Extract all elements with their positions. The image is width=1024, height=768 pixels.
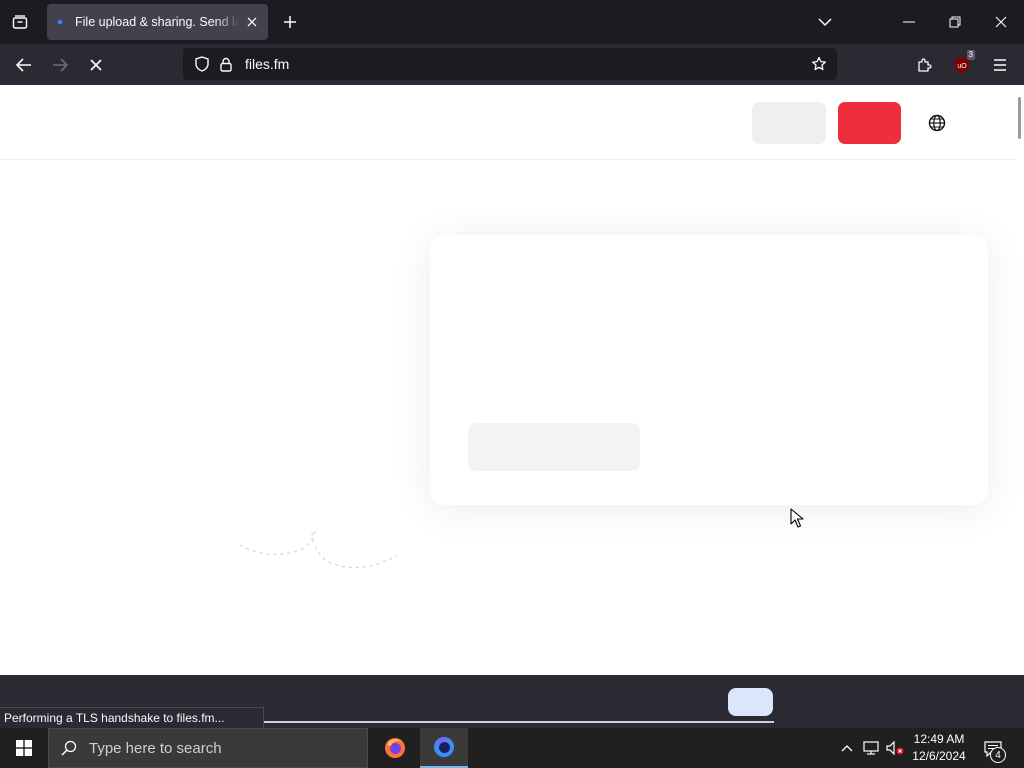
url-text: files.fm [245,56,290,72]
ublock-icon[interactable]: uO 3 [947,50,977,80]
browser-status-text: Performing a TLS handshake to files.fm..… [0,707,264,728]
star-icon[interactable] [807,52,831,76]
search-icon [61,740,77,756]
notification-count-badge: 4 [990,747,1006,763]
extension-badge: 3 [966,50,975,60]
chat-widget-placeholder[interactable] [728,688,773,716]
clock-time: 12:49 AM [913,732,965,746]
restore-icon[interactable] [932,0,978,44]
browser-tab-active[interactable]: File upload & sharing. Send large files [47,4,268,40]
page-footer-region: Performing a TLS handshake to files.fm..… [0,675,1024,728]
loading-progress-line [264,721,774,723]
page-scrollbar[interactable] [1018,97,1021,139]
site-header [0,85,1016,160]
extensions-icon[interactable] [909,50,939,80]
system-clock[interactable]: 12:49 AM 12/6/2024 [906,731,972,765]
forward-icon[interactable] [45,50,75,80]
close-window-icon[interactable] [978,0,1024,44]
tab-strip: File upload & sharing. Send large files [0,0,1024,44]
windows-start-icon[interactable] [0,728,48,768]
navigation-toolbar: files.fm uO 3 [0,44,1024,85]
chevron-up-icon[interactable] [837,738,857,758]
mouse-cursor-icon [790,508,804,528]
stop-icon[interactable] [81,50,111,80]
back-icon[interactable] [9,50,39,80]
upload-button-placeholder[interactable] [468,423,640,471]
chevron-down-icon[interactable] [813,10,837,34]
signup-button-placeholder[interactable] [838,102,901,144]
windows-taskbar: Type here to search 12:49 AM 12/6/2024 4 [0,728,1024,768]
upload-card-skeleton [430,235,988,505]
volume-muted-icon[interactable] [885,738,905,758]
lock-icon[interactable] [215,57,237,72]
login-button-placeholder[interactable] [752,102,826,144]
svg-text:uO: uO [957,63,967,70]
taskbar-search-box[interactable]: Type here to search [48,728,368,768]
search-placeholder: Type here to search [89,739,222,757]
network-icon[interactable] [861,738,881,758]
globe-icon[interactable] [926,112,948,134]
clock-date: 12/6/2024 [912,749,966,763]
shield-icon[interactable] [189,56,215,72]
decorative-dashed-curve [239,529,398,569]
address-bar[interactable]: files.fm [183,48,837,80]
plus-icon[interactable] [278,10,302,34]
web-page [0,85,1024,675]
firefox-dev-icon[interactable] [420,728,468,768]
firefox-icon[interactable] [371,728,419,768]
minimize-icon[interactable] [886,0,932,44]
tab-list-icon[interactable] [6,8,34,36]
close-icon[interactable] [244,14,260,30]
tab-title: File upload & sharing. Send large files [75,15,240,29]
loading-spinner-icon [55,17,65,27]
menu-icon[interactable] [985,50,1015,80]
